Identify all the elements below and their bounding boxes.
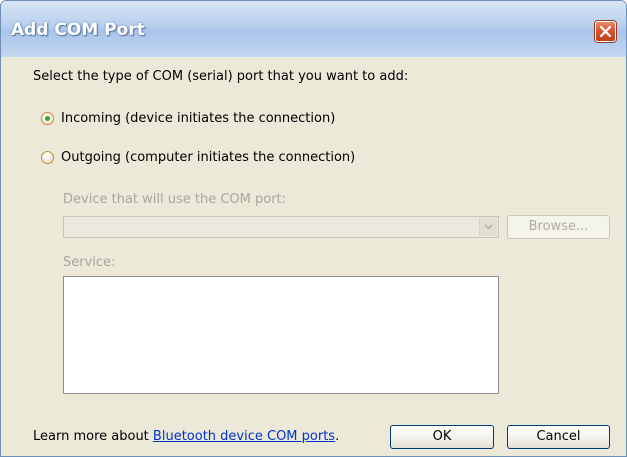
bluetooth-com-ports-link[interactable]: Bluetooth device COM ports: [153, 429, 335, 444]
service-listbox[interactable]: [63, 276, 499, 394]
close-icon: [599, 25, 612, 38]
learn-more-suffix: .: [335, 429, 340, 444]
ok-button[interactable]: OK: [390, 425, 494, 449]
cancel-button[interactable]: Cancel: [507, 425, 610, 449]
prompt-text: Select the type of COM (serial) port tha…: [33, 69, 409, 84]
browse-button[interactable]: Browse...: [507, 215, 610, 239]
incoming-label[interactable]: Incoming (device initiates the connectio…: [61, 111, 335, 126]
chevron-down-icon: [484, 224, 493, 230]
radio-selected-dot: [45, 116, 50, 121]
incoming-radio[interactable]: [41, 112, 54, 125]
device-label: Device that will use the COM port:: [63, 192, 287, 207]
dialog-content: Select the type of COM (serial) port tha…: [1, 57, 626, 456]
device-combobox[interactable]: [63, 216, 499, 238]
title-bar[interactable]: Add COM Port: [1, 1, 626, 57]
outgoing-radio[interactable]: [41, 151, 54, 164]
learn-more-text: Learn more about Bluetooth device COM po…: [33, 429, 339, 444]
service-label: Service:: [63, 255, 116, 270]
window-title: Add COM Port: [11, 20, 145, 40]
learn-more-prefix: Learn more about: [33, 429, 153, 444]
outgoing-label[interactable]: Outgoing (computer initiates the connect…: [61, 150, 355, 165]
device-dropdown-button[interactable]: [479, 218, 497, 236]
close-button[interactable]: [595, 21, 616, 42]
add-com-port-dialog: Add COM Port Select the type of COM (ser…: [0, 0, 627, 457]
